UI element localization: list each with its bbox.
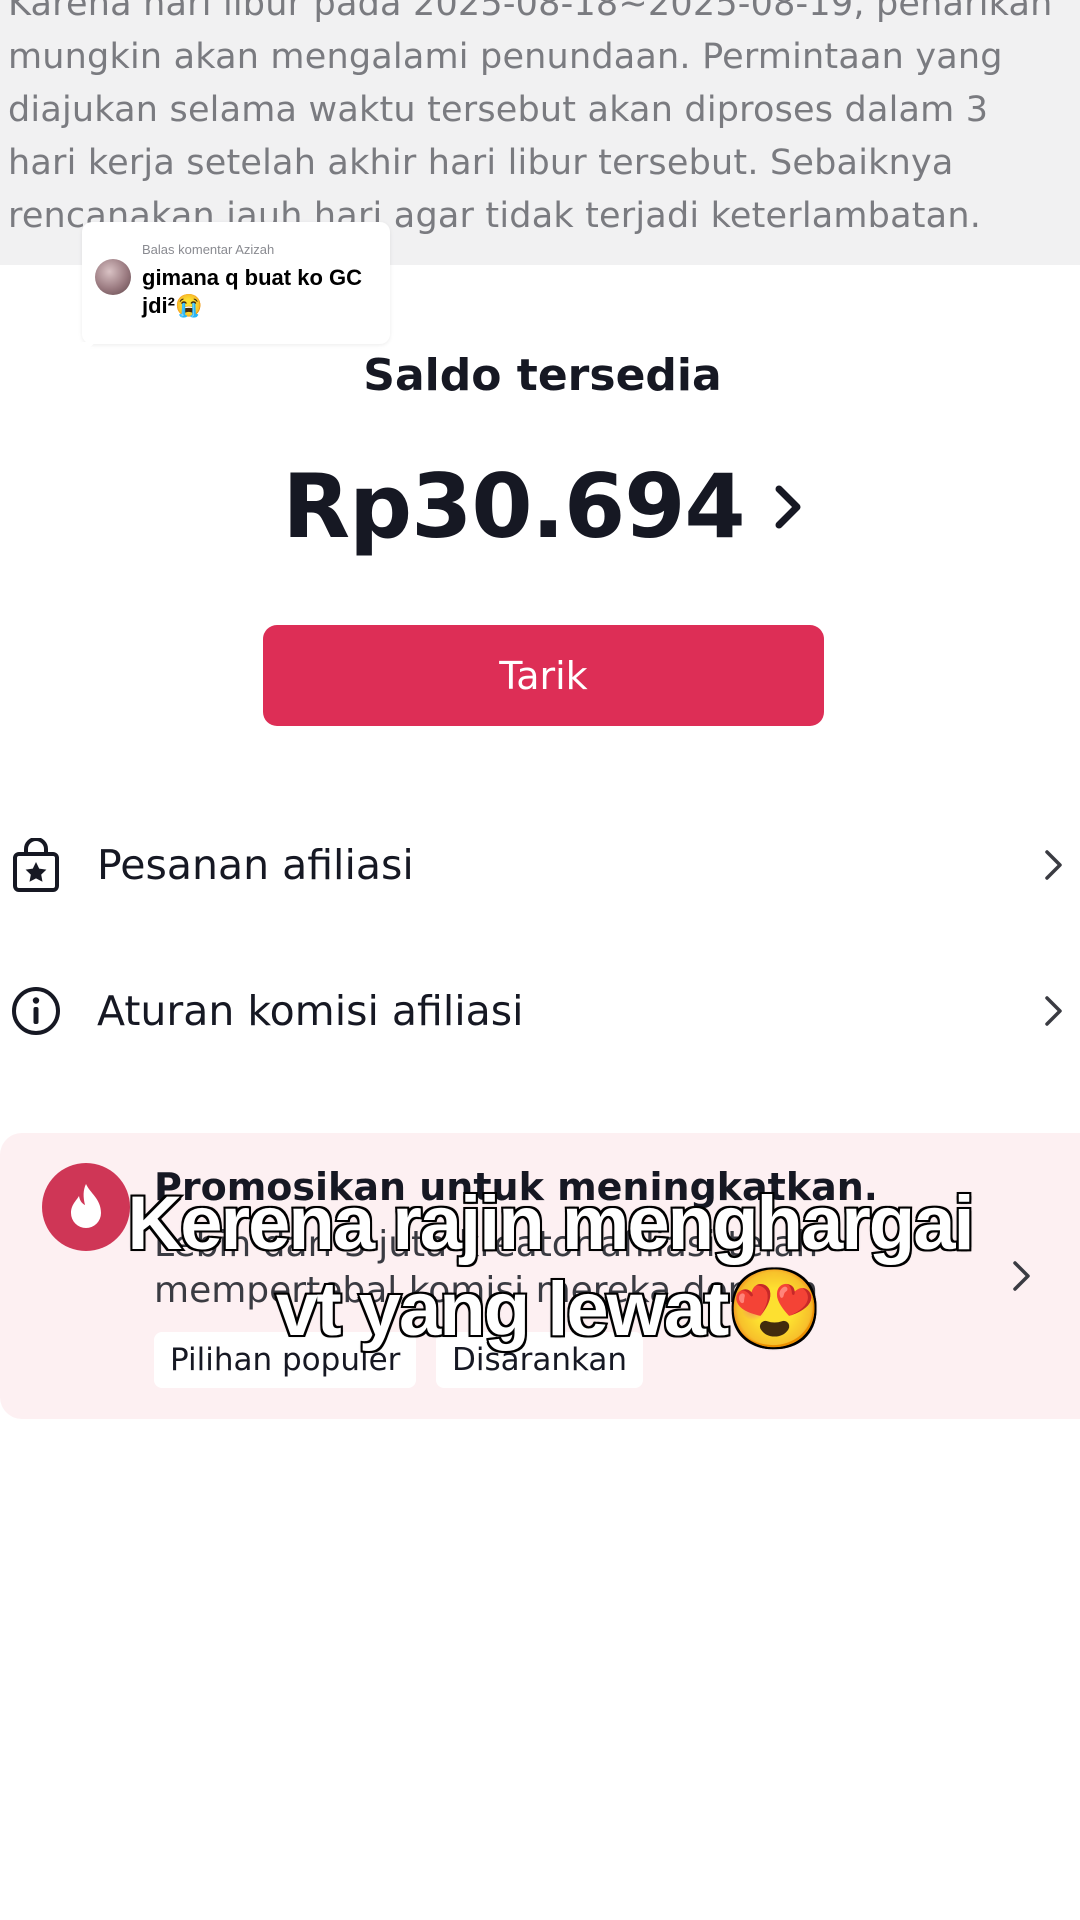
video-caption-line-2: vt yang lewat😍: [274, 1265, 824, 1354]
menu-item-affiliate-orders[interactable]: Pesanan afiliasi: [0, 820, 1080, 910]
shopping-bag-star-icon: [10, 837, 62, 892]
holiday-notice-text: Karena hari libur pada 2025-08-18~2025-0…: [8, 0, 1053, 236]
balance-row[interactable]: Rp30.694: [0, 455, 1080, 558]
withdraw-button[interactable]: Tarik: [263, 625, 824, 726]
balance-title: Saldo tersedia: [363, 350, 722, 401]
reply-comment-sticker[interactable]: Balas komentar Azizah gimana q buat ko G…: [82, 222, 390, 354]
menu-item-commission-rules[interactable]: Aturan komisi afiliasi: [0, 966, 1080, 1056]
chevron-right-icon: [773, 483, 803, 536]
reply-comment-text: gimana q buat ko GC jdi²😭: [142, 265, 363, 318]
commenter-avatar: [95, 259, 131, 295]
menu-item-label: Pesanan afiliasi: [97, 841, 414, 889]
menu-item-label: Aturan komisi afiliasi: [97, 987, 524, 1035]
reply-comment-label: Balas komentar Azizah: [142, 242, 275, 257]
info-circle-icon: [10, 984, 62, 1038]
video-caption-line-1: Kerena rajin menghargai: [125, 1179, 976, 1268]
chevron-right-icon: [1042, 993, 1066, 1034]
balance-amount: Rp30.694: [282, 455, 745, 558]
chevron-right-icon: [1042, 847, 1066, 888]
